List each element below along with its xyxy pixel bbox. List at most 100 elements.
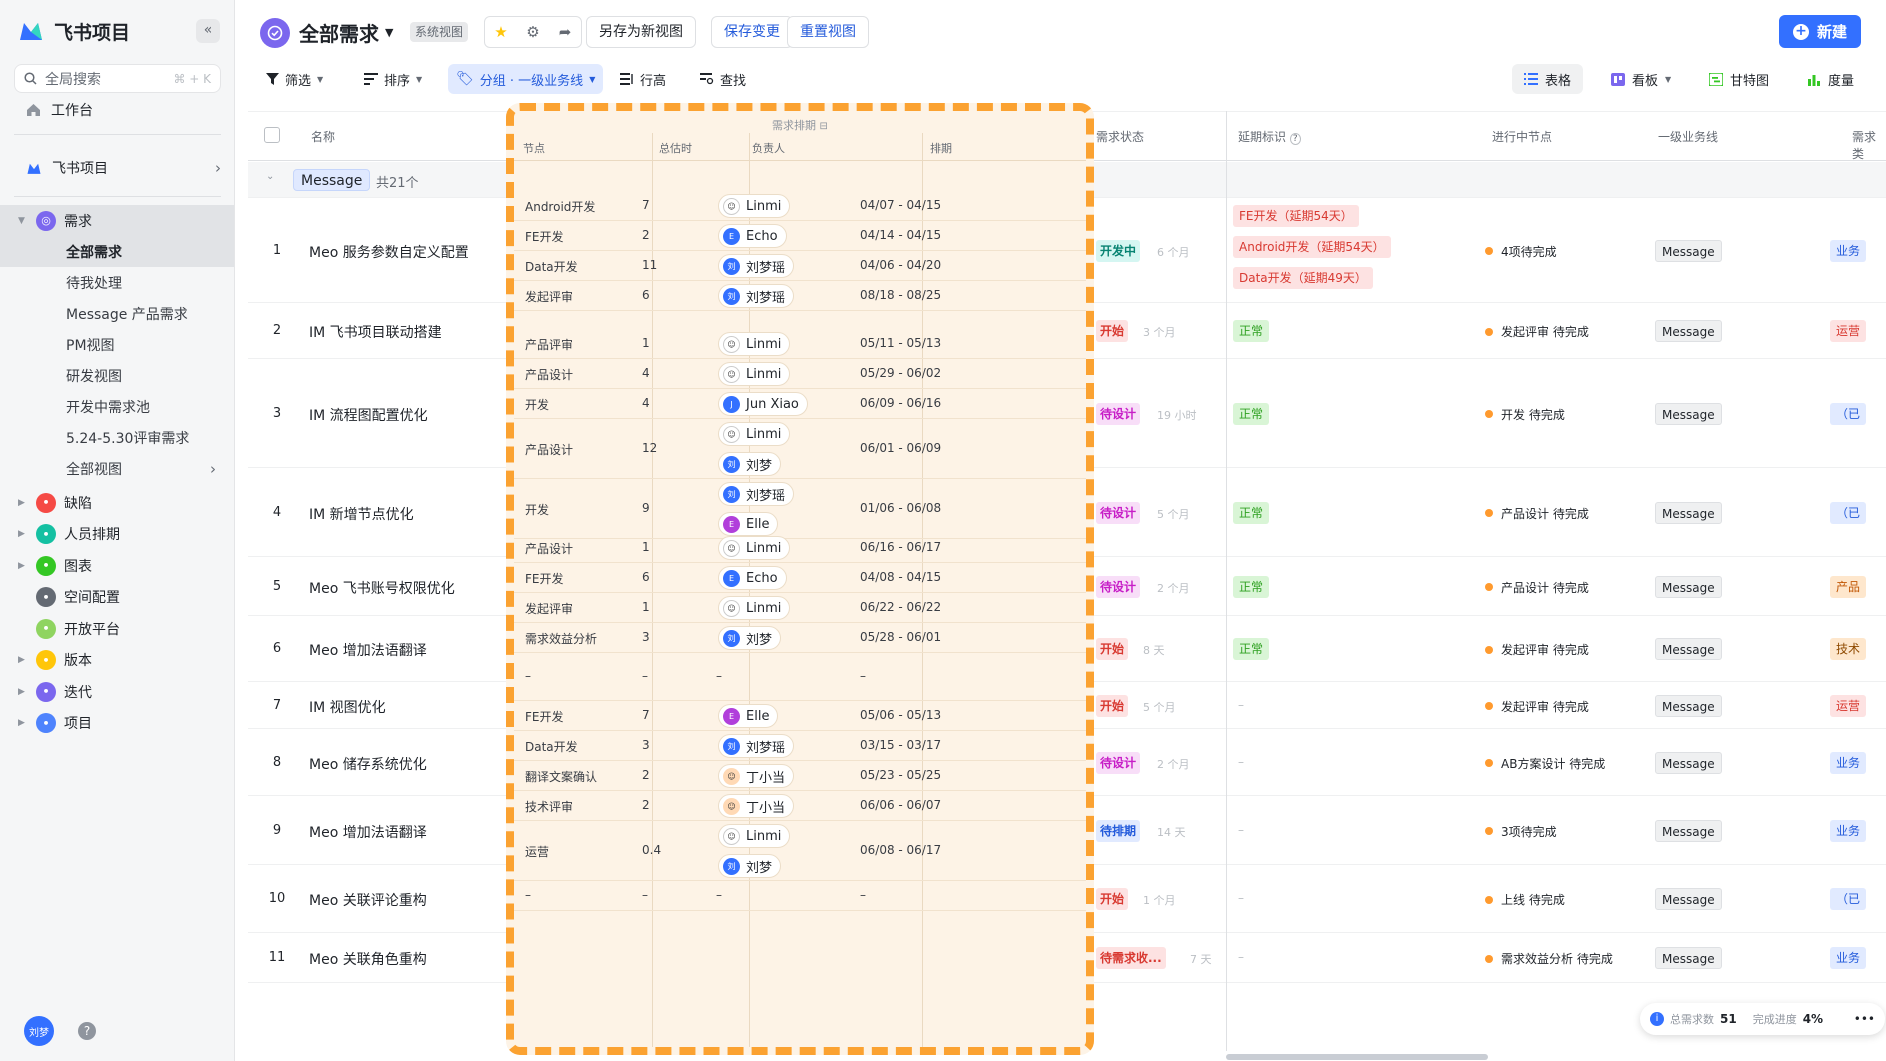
biz-line-tag[interactable]: Message bbox=[1655, 575, 1722, 598]
requirement-name[interactable]: Meo 服务参数自定义配置 bbox=[309, 242, 469, 262]
status-badge[interactable]: 待排期 bbox=[1096, 819, 1141, 842]
type-tag[interactable]: 业务 bbox=[1830, 819, 1867, 842]
requirement-name[interactable]: IM 新增节点优化 bbox=[309, 504, 414, 524]
column-header-delay[interactable]: 延期标识 ? bbox=[1238, 128, 1301, 145]
sidebar-item-bug[interactable]: ▶ • 缺陷 bbox=[0, 487, 234, 518]
owner-chip[interactable]: ☺ 丁小当 bbox=[718, 794, 795, 818]
caret-right-icon[interactable]: ▶ bbox=[18, 529, 28, 539]
biz-line-tag[interactable]: Message bbox=[1655, 947, 1722, 969]
more-icon[interactable]: ••• bbox=[1854, 1012, 1875, 1026]
sidebar-view-my-pending[interactable]: 待我处理 bbox=[0, 267, 234, 298]
schedule-row[interactable]: – – – – bbox=[514, 881, 1086, 911]
in-progress-node[interactable]: 产品设计 待完成 bbox=[1485, 579, 1589, 596]
in-progress-node[interactable]: AB方案设计 待完成 bbox=[1485, 755, 1605, 772]
app-logo[interactable]: 飞书项目 bbox=[18, 16, 130, 46]
search-input[interactable]: 全局搜索 ⌘ + K bbox=[14, 64, 221, 93]
sidebar-view-all-requirements[interactable]: 全部需求 bbox=[0, 236, 234, 267]
schedule-row[interactable]: 发起评审 6 08/18 - 08/25 刘刘梦瑶 bbox=[514, 281, 1086, 311]
schedule-row[interactable]: 需求效益分析 3 05/28 - 06/01 刘刘梦 bbox=[514, 623, 1086, 653]
sidebar-view-dev-pool[interactable]: 开发中需求池 bbox=[0, 391, 234, 422]
owner-chip[interactable]: ☺ 丁小当 bbox=[718, 764, 795, 788]
status-badge[interactable]: 开始 bbox=[1096, 638, 1129, 660]
type-tag[interactable]: 运营 bbox=[1830, 320, 1867, 342]
owner-chip[interactable]: ☺ Linmi bbox=[718, 332, 791, 356]
column-header-node[interactable]: 进行中节点 bbox=[1492, 128, 1552, 145]
schedule-row[interactable]: FE开发 2 04/14 - 04/15 E Echo bbox=[514, 221, 1086, 251]
reset-view-button[interactable]: 重置视图 bbox=[787, 16, 869, 48]
group-button[interactable]: 🏷 分组 · 一级业务线 ▼ bbox=[448, 64, 604, 94]
requirement-name[interactable]: Meo 飞书账号权限优化 bbox=[309, 578, 455, 598]
requirement-name[interactable]: Meo 储存系统优化 bbox=[309, 754, 427, 774]
schedule-row[interactable]: 开发 9 01/06 - 06/08 刘刘梦瑶 E Elle bbox=[514, 479, 1086, 539]
owner-chip[interactable]: 刘刘梦瑶 bbox=[718, 254, 795, 278]
biz-line-tag[interactable]: Message bbox=[1655, 751, 1722, 774]
schedule-row[interactable]: Data开发 11 04/06 - 04/20 刘刘梦瑶 bbox=[514, 251, 1086, 281]
biz-line-tag[interactable]: Message bbox=[1655, 888, 1722, 910]
column-header-status[interactable]: 需求状态 bbox=[1096, 128, 1144, 145]
find-button[interactable]: 查找 bbox=[692, 64, 754, 94]
sidebar-item-project[interactable]: ▶ • 项目 bbox=[0, 708, 234, 739]
caret-right-icon[interactable]: ▶ bbox=[18, 687, 28, 697]
type-tag[interactable]: （已 bbox=[1830, 501, 1867, 524]
star-icon[interactable]: ★ bbox=[485, 23, 517, 41]
schedule-row[interactable]: 产品设计 4 05/29 - 06/02 ☺ Linmi bbox=[514, 359, 1086, 389]
schedule-row[interactable]: Data开发 3 03/15 - 03/17 刘刘梦瑶 bbox=[514, 731, 1086, 761]
schedule-row[interactable]: 产品评审 1 05/11 - 05/13 ☺ Linmi bbox=[514, 329, 1086, 359]
sidebar-item-schedule[interactable]: ▶ • 人员排期 bbox=[0, 519, 234, 550]
chevron-down-icon[interactable]: ⌄ bbox=[266, 171, 274, 182]
sort-button[interactable]: 排序 ▼ bbox=[356, 64, 430, 94]
owner-chip[interactable]: ☺ Linmi bbox=[718, 824, 791, 848]
in-progress-node[interactable]: 需求效益分析 待完成 bbox=[1485, 950, 1613, 967]
schedule-column-title[interactable]: 需求排期 ⊟ bbox=[514, 117, 1086, 133]
schedule-row[interactable]: – – – – bbox=[514, 653, 1086, 701]
biz-line-tag[interactable]: Message bbox=[1655, 694, 1722, 717]
owner-chip[interactable]: ☺ Linmi bbox=[718, 536, 791, 560]
select-all-checkbox[interactable] bbox=[264, 127, 280, 143]
type-tag[interactable]: 业务 bbox=[1830, 947, 1867, 969]
sidebar-view-review[interactable]: 5.24-5.30评审需求 bbox=[0, 422, 234, 453]
schedule-row[interactable]: 产品设计 12 06/01 - 06/09 ☺ Linmi 刘刘梦 bbox=[514, 419, 1086, 479]
type-tag[interactable]: 业务 bbox=[1830, 751, 1867, 774]
sidebar-view-all-views[interactable]: 全部视图 › bbox=[0, 453, 234, 484]
share-icon[interactable]: ➦ bbox=[549, 23, 581, 41]
in-progress-node[interactable]: 发起评审 待完成 bbox=[1485, 323, 1589, 340]
gear-icon[interactable]: ⚙ bbox=[517, 23, 549, 41]
sidebar-item-chart[interactable]: ▶ • 图表 bbox=[0, 550, 234, 581]
caret-right-icon[interactable]: ▶ bbox=[18, 561, 28, 571]
filter-button[interactable]: 筛选 ▼ bbox=[258, 64, 331, 94]
view-tab-metrics[interactable]: 度量 bbox=[1795, 64, 1866, 94]
sidebar-view-pm[interactable]: PM视图 bbox=[0, 329, 234, 360]
in-progress-node[interactable]: 产品设计 待完成 bbox=[1485, 505, 1589, 522]
page-title[interactable]: 全部需求 ▼ bbox=[299, 18, 393, 47]
type-tag[interactable]: （已 bbox=[1830, 888, 1867, 910]
owner-chip[interactable]: E Elle bbox=[718, 704, 779, 728]
type-tag[interactable]: 技术 bbox=[1830, 638, 1867, 660]
owner-chip[interactable]: 刘刘梦瑶 bbox=[718, 482, 795, 506]
sidebar-view-rd[interactable]: 研发视图 bbox=[0, 360, 234, 391]
type-tag[interactable]: （已 bbox=[1830, 402, 1867, 425]
type-tag[interactable]: 产品 bbox=[1830, 575, 1867, 598]
requirement-name[interactable]: IM 飞书项目联动搭建 bbox=[309, 322, 442, 342]
view-tab-kanban[interactable]: 看板 ▼ bbox=[1599, 64, 1683, 94]
type-tag[interactable]: 业务 bbox=[1830, 239, 1867, 262]
sidebar-item-iteration[interactable]: ▶ • 迭代 bbox=[0, 676, 234, 707]
requirement-name[interactable]: IM 视图优化 bbox=[309, 697, 386, 717]
sidebar-item-project-space[interactable]: 飞书项目 › bbox=[14, 153, 221, 183]
status-badge[interactable]: 待设计 bbox=[1096, 402, 1141, 425]
status-badge[interactable]: 开始 bbox=[1096, 888, 1129, 910]
view-tab-gantt[interactable]: 甘特图 bbox=[1697, 64, 1781, 94]
owner-chip[interactable]: J Jun Xiao bbox=[718, 392, 808, 416]
sidebar-item-workbench[interactable]: 工作台 bbox=[14, 95, 221, 125]
owner-chip[interactable]: ☺ Linmi bbox=[718, 194, 791, 218]
schedule-row[interactable]: 运营 0.4 06/08 - 06/17 ☺ Linmi 刘刘梦 bbox=[514, 821, 1086, 881]
save-as-new-view-button[interactable]: 另存为新视图 bbox=[586, 16, 696, 48]
horizontal-scrollbar[interactable] bbox=[1226, 1054, 1488, 1060]
in-progress-node[interactable]: 3项待完成 bbox=[1485, 823, 1557, 840]
owner-chip[interactable]: 刘刘梦 bbox=[718, 452, 782, 476]
sidebar-item-config[interactable]: • 空间配置 bbox=[0, 582, 234, 613]
status-badge[interactable]: 开始 bbox=[1096, 694, 1129, 717]
help-icon[interactable]: ? bbox=[78, 1022, 96, 1040]
in-progress-node[interactable]: 上线 待完成 bbox=[1485, 891, 1565, 908]
row-height-button[interactable]: 行高 bbox=[612, 64, 674, 94]
status-badge[interactable]: 待设计 bbox=[1096, 501, 1141, 524]
